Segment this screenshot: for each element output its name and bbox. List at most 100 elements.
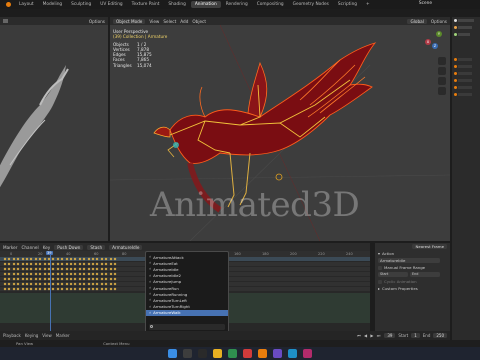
keyframe-marker[interactable] [25, 262, 29, 266]
keyframe-marker[interactable] [34, 272, 38, 276]
keyframe-marker[interactable] [100, 277, 104, 281]
keyframe-marker[interactable] [82, 262, 86, 266]
outliner-row[interactable] [452, 31, 480, 38]
action-name-value[interactable]: ArmatureIdle [378, 258, 440, 263]
keyframe-marker[interactable] [56, 272, 60, 276]
action-item[interactable]: ⚡ ArmatureWalk [146, 309, 228, 316]
keyframe-marker[interactable] [104, 282, 108, 286]
snap-selector[interactable]: Nearest Frame [375, 243, 450, 250]
custom-props-header[interactable]: ▸ Custom Properties [375, 285, 450, 292]
keyframe-marker[interactable] [65, 282, 69, 286]
keyframe-marker[interactable] [29, 287, 33, 291]
app-icon[interactable] [243, 349, 252, 358]
keyframe-marker[interactable] [7, 262, 11, 266]
tab-shading[interactable]: Shading [164, 1, 189, 8]
tab-layout[interactable]: Layout [15, 1, 38, 8]
keyframe-marker[interactable] [29, 272, 33, 276]
keyframe-marker[interactable] [73, 272, 77, 276]
keyframe-marker[interactable] [60, 272, 64, 276]
keyframe-marker[interactable] [78, 267, 82, 271]
keyframe-marker[interactable] [51, 272, 55, 276]
keyframe-marker[interactable] [34, 257, 38, 261]
action-side-panel[interactable]: Nearest Frame ▾ Action ArmatureIdle Manu… [375, 243, 450, 335]
keyframe-marker[interactable] [82, 257, 86, 261]
tab--[interactable]: + [362, 1, 374, 8]
keyframe-marker[interactable] [16, 287, 20, 291]
keyframe-marker[interactable] [78, 282, 82, 286]
options-button[interactable]: Options [89, 19, 105, 24]
keyframe-marker[interactable] [73, 282, 77, 286]
keyframe-marker[interactable] [109, 262, 113, 266]
keyframe-marker[interactable] [91, 267, 95, 271]
keyframe-marker[interactable] [87, 287, 91, 291]
keyframe-marker[interactable] [100, 282, 104, 286]
keyframe-marker[interactable] [109, 272, 113, 276]
start-frame-field[interactable]: 1 [411, 333, 420, 338]
keyframe-marker[interactable] [87, 262, 91, 266]
axis-y-icon[interactable]: Y [436, 31, 442, 37]
menu-select[interactable]: Select [163, 19, 176, 24]
keyframe-marker[interactable] [51, 262, 55, 266]
keyframe-marker[interactable] [60, 257, 64, 261]
keyframe-marker[interactable] [73, 262, 77, 266]
keyframe-marker[interactable] [34, 282, 38, 286]
axis-x-icon[interactable]: X [425, 39, 431, 45]
keyframe-marker[interactable] [7, 277, 11, 281]
start-field[interactable]: Start [378, 272, 408, 277]
view-icon[interactable] [3, 19, 8, 23]
keyframe-marker[interactable] [43, 257, 47, 261]
menu-object[interactable]: Object [192, 19, 206, 24]
tab-sculpting[interactable]: Sculpting [67, 1, 95, 8]
zoom-icon[interactable] [438, 57, 446, 65]
keyframe-marker[interactable] [29, 257, 33, 261]
end-frame-field[interactable]: 250 [433, 333, 447, 338]
tab-uv-editing[interactable]: UV Editing [96, 1, 126, 8]
keyframe-marker[interactable] [3, 262, 7, 266]
grid-icon[interactable] [438, 87, 446, 95]
keyframe-marker[interactable] [21, 257, 25, 261]
keyframe-marker[interactable] [109, 267, 113, 271]
keyframe-marker[interactable] [12, 262, 16, 266]
play-controls[interactable]: ⏮ ◀ ▶ ⏭ [357, 333, 381, 338]
keyframe-marker[interactable] [69, 262, 73, 266]
menu-playback[interactable]: Playback [3, 333, 21, 338]
tab-texture-paint[interactable]: Texture Paint [128, 1, 164, 8]
keyframe-marker[interactable] [113, 262, 117, 266]
blender-logo-icon[interactable] [6, 2, 11, 7]
keyframe-marker[interactable] [109, 257, 113, 261]
menu-marker[interactable]: Marker [56, 333, 70, 338]
search-icon[interactable] [183, 349, 192, 358]
mode-selector[interactable]: Object Mode [113, 18, 146, 24]
keyframe-marker[interactable] [25, 257, 29, 261]
search-input[interactable] [149, 324, 225, 330]
keyframe-marker[interactable] [60, 282, 64, 286]
keyframe-marker[interactable] [95, 257, 99, 261]
keyframe-marker[interactable] [12, 282, 16, 286]
keyframe-marker[interactable] [78, 257, 82, 261]
edge-icon[interactable] [228, 349, 237, 358]
keyframe-marker[interactable] [104, 267, 108, 271]
keyframe-marker[interactable] [43, 267, 47, 271]
outliner-row[interactable] [452, 17, 480, 24]
keyframe-marker[interactable] [73, 257, 77, 261]
keyframe-marker[interactable] [3, 257, 7, 261]
keyframe-marker[interactable] [100, 267, 104, 271]
action-selector[interactable]: ArmatureIdle [109, 244, 143, 250]
menu-add[interactable]: Add [180, 19, 188, 24]
keyframe-marker[interactable] [25, 287, 29, 291]
keyframe-marker[interactable] [3, 272, 7, 276]
keyframe-marker[interactable] [100, 257, 104, 261]
manual-range-row[interactable]: Manual Frame Range [375, 264, 450, 271]
outliner-row[interactable] [452, 24, 480, 31]
tab-geometry-nodes[interactable]: Geometry Nodes [289, 1, 333, 8]
keyframe-marker[interactable] [34, 287, 38, 291]
keyframe-marker[interactable] [82, 277, 86, 281]
keyframe-marker[interactable] [38, 257, 42, 261]
keyframe-marker[interactable] [65, 262, 69, 266]
keyframe-marker[interactable] [87, 277, 91, 281]
keyframe-marker[interactable] [21, 272, 25, 276]
keyframe-marker[interactable] [78, 272, 82, 276]
keyframe-marker[interactable] [34, 267, 38, 271]
manual-range-checkbox[interactable] [378, 265, 382, 270]
axis-z-icon[interactable]: Z [432, 43, 438, 49]
